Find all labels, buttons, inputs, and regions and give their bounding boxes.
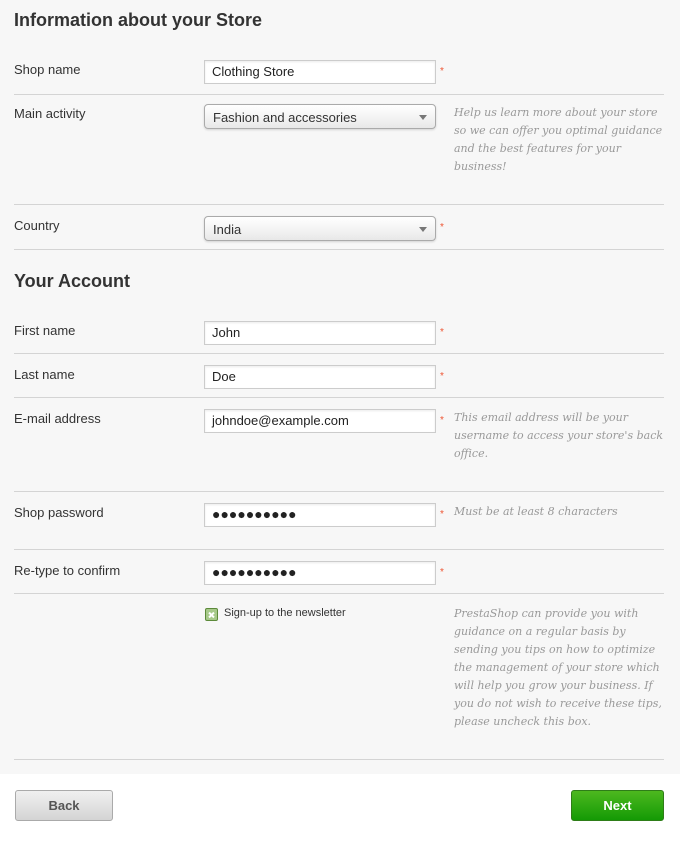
last-name-label: Last name [14, 367, 75, 382]
last-name-input[interactable]: Doe [204, 365, 436, 389]
password-hint: Must be at least 8 characters [454, 505, 618, 518]
shop-name-label: Shop name [14, 62, 81, 77]
country-value: India [213, 222, 242, 237]
password-label: Shop password [14, 505, 104, 520]
required-marker: * [440, 327, 444, 338]
chevron-down-icon [419, 115, 427, 120]
divider [14, 549, 664, 550]
main-activity-select[interactable]: Fashion and accessories [204, 104, 436, 129]
divider [14, 249, 664, 250]
shop-name-input[interactable]: Clothing Store [204, 60, 436, 84]
country-select[interactable]: India [204, 216, 436, 241]
store-section-title: Information about your Store [14, 10, 263, 30]
back-button[interactable]: Back [15, 790, 113, 821]
divider [14, 94, 664, 95]
password-input[interactable]: ●●●●●●●●●● [204, 503, 436, 527]
email-hint: This email address will be your username… [454, 411, 664, 460]
required-marker: * [440, 415, 444, 426]
account-section-title: Your Account [14, 271, 130, 291]
required-marker: * [440, 66, 444, 77]
required-marker: * [440, 567, 444, 578]
divider [14, 353, 664, 354]
divider [14, 491, 664, 492]
newsletter-hint: PrestaShop can provide you with guidance… [454, 607, 662, 728]
country-label: Country [14, 218, 60, 233]
required-marker: * [440, 222, 444, 233]
required-marker: * [440, 371, 444, 382]
divider [14, 397, 664, 398]
email-label: E-mail address [14, 411, 101, 426]
first-name-label: First name [14, 323, 76, 338]
main-activity-hint: Help us learn more about your store so w… [454, 106, 663, 173]
divider [14, 593, 664, 594]
main-activity-value: Fashion and accessories [213, 110, 357, 125]
chevron-down-icon [419, 227, 427, 232]
form-panel: Information about your Store Shop name C… [0, 0, 680, 774]
divider [14, 204, 664, 205]
divider [14, 759, 664, 760]
confirm-password-input[interactable]: ●●●●●●●●●● [204, 561, 436, 585]
email-input[interactable]: johndoe@example.com [204, 409, 436, 433]
first-name-input[interactable]: John [204, 321, 436, 345]
newsletter-checkbox[interactable] [205, 608, 218, 621]
main-activity-label: Main activity [14, 106, 86, 121]
newsletter-label[interactable]: Sign-up to the newsletter [224, 607, 346, 619]
required-marker: * [440, 509, 444, 520]
next-button[interactable]: Next [571, 790, 664, 821]
confirm-password-label: Re-type to confirm [14, 563, 121, 578]
